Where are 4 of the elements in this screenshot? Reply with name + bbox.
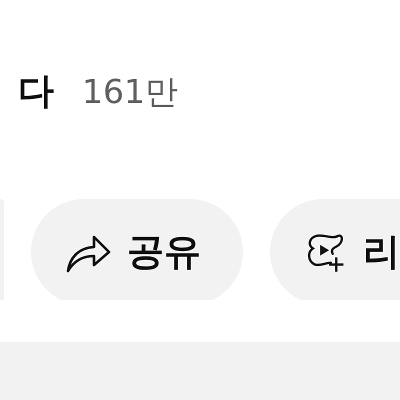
share-button[interactable]: 공유: [31, 198, 243, 300]
view-count: 161만: [82, 75, 178, 108]
remix-button[interactable]: 리: [270, 198, 400, 300]
video-title: 다: [18, 74, 54, 110]
